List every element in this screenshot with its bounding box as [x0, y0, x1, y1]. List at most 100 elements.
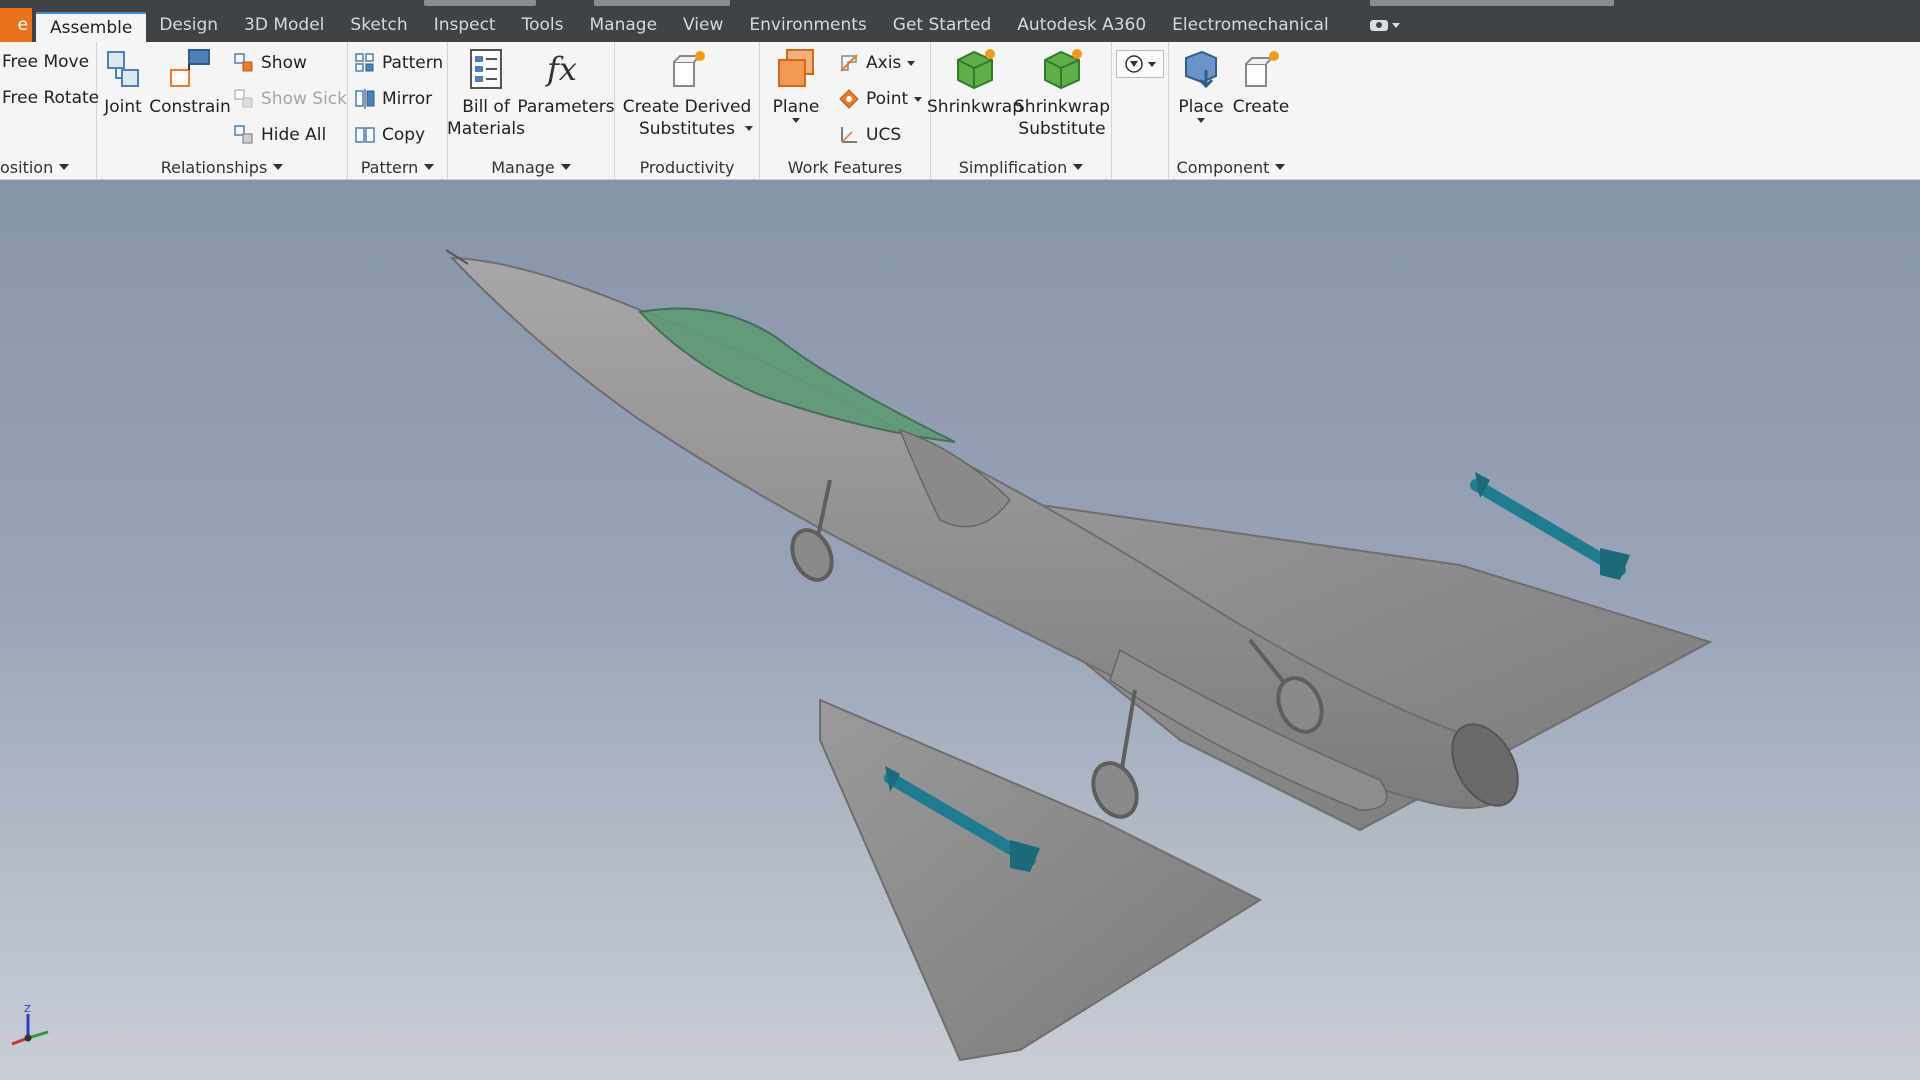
- panel-title-label: Productivity: [639, 157, 735, 177]
- free-move-button[interactable]: Free Move: [2, 52, 89, 72]
- joint-button[interactable]: Joint: [104, 46, 142, 118]
- tab-autodesk-a360[interactable]: Autodesk A360: [1004, 8, 1159, 42]
- joint-label: Joint: [104, 97, 142, 117]
- hide-all-button[interactable]: Hide All: [233, 124, 326, 146]
- create-derived-substitutes-button[interactable]: Create Derived Substitutes: [617, 46, 757, 140]
- tab-sketch[interactable]: Sketch: [337, 8, 420, 42]
- place-button[interactable]: Place: [1171, 46, 1231, 123]
- view-triad-icon[interactable]: Z: [6, 1002, 56, 1052]
- joint-icon: [107, 51, 139, 87]
- tab-tools[interactable]: Tools: [509, 8, 577, 42]
- aircraft-model[interactable]: [0, 180, 1920, 1080]
- tab-manage[interactable]: Manage: [577, 8, 671, 42]
- panel-component-title[interactable]: Component: [1169, 155, 1293, 179]
- panel-title-label: Component: [1176, 157, 1270, 177]
- svg-text:fx: fx: [545, 50, 577, 88]
- left-wing: [819, 698, 1263, 1062]
- bom-label-line1: Bill of: [462, 97, 510, 117]
- tab-electromechanical[interactable]: Electromechanical: [1159, 8, 1342, 42]
- filter-icon: [1125, 55, 1143, 73]
- ribbon-display-toggle[interactable]: [1369, 8, 1400, 42]
- tab-file[interactable]: e: [0, 8, 32, 42]
- mirror-button[interactable]: Mirror: [354, 88, 432, 110]
- chevron-down-icon: [1275, 164, 1286, 170]
- quick-access-field[interactable]: [424, 0, 536, 6]
- free-rotate-label: Free Rotate: [2, 88, 100, 108]
- show-button[interactable]: Show: [233, 52, 307, 74]
- show-icon: [234, 53, 253, 72]
- place-label: Place: [1178, 97, 1224, 117]
- tab-view[interactable]: View: [670, 8, 736, 42]
- chevron-down-icon: [792, 118, 800, 123]
- graphics-viewport[interactable]: Z: [0, 180, 1920, 1080]
- panel-simplification-title[interactable]: Simplification: [931, 155, 1111, 179]
- panel-pattern-title[interactable]: Pattern: [348, 155, 447, 179]
- chevron-down-icon: [914, 96, 923, 102]
- panel-manage-title[interactable]: Manage: [448, 155, 614, 179]
- chevron-down-icon: [907, 60, 916, 66]
- missile-right: [1470, 472, 1630, 580]
- chevron-down-icon: [424, 164, 435, 170]
- shrinkwrap-icon: [957, 49, 995, 90]
- bom-label-line2: Materials: [447, 119, 525, 139]
- ucs-icon: [841, 127, 857, 143]
- panel-title-label: Simplification: [958, 157, 1068, 177]
- point-button[interactable]: Point: [838, 88, 923, 110]
- function-fx-icon: fx: [545, 50, 577, 88]
- chevron-down-icon[interactable]: [745, 126, 753, 131]
- chevron-down-icon: [273, 164, 284, 170]
- axis-label: Axis: [866, 53, 902, 73]
- show-label: Show: [261, 53, 307, 73]
- show-sick-label: Show Sick: [261, 89, 347, 109]
- axis-icon: [840, 54, 858, 72]
- point-label: Point: [866, 89, 909, 109]
- tab-design[interactable]: Design: [146, 8, 231, 42]
- chevron-down-icon: [1197, 118, 1205, 123]
- bill-of-materials-icon: [470, 49, 502, 89]
- ucs-button[interactable]: UCS: [838, 124, 901, 146]
- derived-substitute-icon: [673, 51, 705, 87]
- bill-of-materials-button[interactable]: Bill of Materials: [447, 46, 525, 140]
- create-button[interactable]: Create: [1231, 46, 1291, 118]
- point-icon: [839, 89, 859, 109]
- panel-title-label: Pattern: [360, 157, 419, 177]
- panel-title-label: Work Features: [787, 157, 903, 177]
- show-sick-button[interactable]: Show Sick: [233, 88, 347, 110]
- shrinkwrap-button[interactable]: Shrinkwrap: [927, 46, 1023, 118]
- pattern-button[interactable]: Pattern: [354, 52, 443, 74]
- ribbon: Free Move Free Rotate osition Joint Cons…: [0, 42, 1920, 180]
- constrain-button[interactable]: Constrain: [149, 46, 231, 118]
- panel-title-label: Manage: [491, 157, 555, 177]
- chevron-down-icon: [560, 164, 571, 170]
- tab-inspect[interactable]: Inspect: [421, 8, 509, 42]
- parameters-button[interactable]: fx Parameters: [517, 46, 614, 118]
- free-rotate-button[interactable]: Free Rotate: [2, 88, 99, 108]
- copy-button[interactable]: Copy: [354, 124, 425, 146]
- tab-get-started[interactable]: Get Started: [880, 8, 1004, 42]
- panel-productivity-title: Productivity: [615, 155, 759, 179]
- derived-label-line2: Substitutes: [638, 119, 736, 139]
- copy-label: Copy: [382, 125, 426, 145]
- tab-environments[interactable]: Environments: [736, 8, 879, 42]
- camera-icon: [1369, 19, 1388, 31]
- panel-position: Free Move Free Rotate osition: [0, 42, 99, 179]
- panel-manage: Bill of Materials fx Parameters Manage: [447, 42, 615, 179]
- pattern-label: Pattern: [382, 53, 444, 73]
- panel-relationships: Joint Constrain Show Show Sick Hide All …: [97, 42, 348, 179]
- filter-dropdown-button[interactable]: [1116, 50, 1164, 78]
- hide-all-icon: [234, 125, 253, 144]
- create-label: Create: [1232, 97, 1290, 117]
- ribbon-tab-bar: e Assemble Design 3D Model Sketch Inspec…: [0, 8, 1920, 42]
- panel-relationships-title[interactable]: Relationships: [97, 155, 347, 179]
- tab-assemble[interactable]: Assemble: [36, 12, 147, 42]
- axis-button[interactable]: Axis: [838, 52, 916, 74]
- shrinkwrap-substitute-button[interactable]: Shrinkwrap Substitute: [1014, 46, 1110, 140]
- sub-label-line2: Substitute: [1018, 119, 1106, 139]
- constrain-label: Constrain: [149, 97, 231, 117]
- tab-3d-model[interactable]: 3D Model: [231, 8, 337, 42]
- panel-work-features: Plane Axis Point UCS Work Features: [760, 42, 931, 179]
- panel-position-title[interactable]: osition: [0, 155, 96, 179]
- search-box[interactable]: [1370, 0, 1614, 6]
- plane-button[interactable]: Plane: [764, 46, 828, 123]
- quick-access-field[interactable]: [594, 0, 730, 6]
